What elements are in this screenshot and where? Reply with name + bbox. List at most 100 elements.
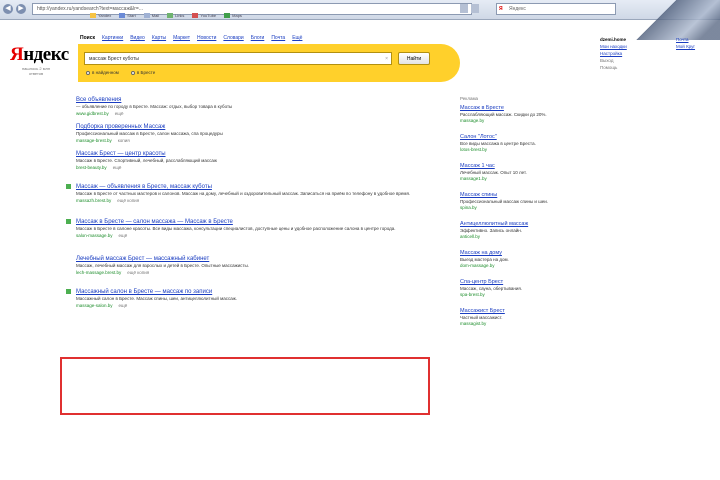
result-item: Все объявления — объявление по городу в … (64, 96, 434, 117)
ad-item: Массаж в Бресте Расслабляющий массаж. Ск… (460, 105, 610, 124)
result-item: Подборка проверенных Массаж Профессионал… (64, 123, 434, 144)
header-link[interactable]: Почта (676, 36, 716, 43)
ad-title[interactable]: Массаж 1 час (460, 163, 610, 170)
bookmark-icon (90, 13, 96, 19)
toolbar-icons (460, 4, 479, 13)
ad-url[interactable]: massagist.by (460, 321, 610, 327)
scope-option[interactable]: в Бресте (130, 70, 155, 75)
result-url: massazh.brest.by ещё копия (76, 198, 140, 203)
bookmark-item[interactable]: Mail (143, 13, 159, 19)
search-input[interactable]: массаж Брест куботы × (84, 52, 392, 65)
tab-blogs[interactable]: Блоги (251, 35, 265, 41)
ad-item: Спа-центр Брест Массаж, сауна, обертыван… (460, 279, 610, 298)
tab-maps[interactable]: Карты (152, 35, 166, 41)
result-title[interactable]: Массажный салон в Бресте — массаж по зап… (76, 288, 434, 296)
ad-title[interactable]: Массаж на дому (460, 250, 610, 257)
browser-search-box[interactable]: Яндекс (496, 3, 616, 15)
tab-video[interactable]: Видео (130, 35, 145, 41)
result-url: massage-salon.by ещё (76, 303, 128, 308)
search-scope: в найденном в Бресте (86, 70, 155, 75)
ads-column: Реклама Массаж в Бресте Расслабляющий ма… (460, 96, 610, 337)
stop-icon[interactable] (471, 4, 479, 13)
bookmark-icon (143, 13, 150, 19)
ad-item: Салон "Лотос" Все виды массажа в центре … (460, 134, 610, 153)
ad-url[interactable]: lotos-brest.by (460, 147, 610, 153)
tab-more[interactable]: Ещё (292, 35, 302, 41)
ad-url[interactable]: massage.by (460, 118, 610, 124)
result-title[interactable]: Массаж — объявления в Бресте, массаж куб… (76, 183, 434, 191)
result-item: Массаж в Бресте — салон массажа — Массаж… (64, 218, 434, 239)
bookmark-item[interactable]: Links (167, 13, 184, 19)
ad-title[interactable]: Массажист Брест (460, 308, 610, 315)
clear-icon[interactable]: × (385, 53, 388, 65)
bookmark-item[interactable]: Maps (224, 13, 242, 19)
ad-item: Массаж на дому Выезд мастера на дом. dom… (460, 250, 610, 269)
ad-title[interactable]: Спа-центр Брест (460, 279, 610, 286)
result-title[interactable]: Массаж в Бресте — салон массажа — Массаж… (76, 218, 434, 226)
tab-market[interactable]: Маркет (173, 35, 190, 41)
ad-item: Антицеллюлитный массаж Эффективно. Запис… (460, 221, 610, 240)
ad-title[interactable]: Массаж спины (460, 192, 610, 199)
tab-search[interactable]: Поиск (80, 35, 95, 41)
ad-url[interactable]: spina.by (460, 205, 610, 211)
browser-toolbar: ◀ ▶ http://yandex.ru/yandsearch?text=мас… (0, 0, 720, 40)
user-grey-link[interactable]: Помощь (600, 64, 660, 71)
tab-news[interactable]: Новости (197, 35, 216, 41)
ad-url[interactable]: spa-brest.by (460, 292, 610, 298)
scope-option[interactable]: в найденном (86, 70, 119, 75)
user-area: dzemi.home Мои находки Настройка Выход П… (600, 36, 660, 71)
user-link[interactable]: Мои находки (600, 43, 660, 50)
forward-icon[interactable]: ▶ (16, 4, 26, 14)
header-right-links: Почта Мой Круг (676, 36, 716, 50)
ad-item: Массажист Брест Частный массажист. massa… (460, 308, 610, 327)
bookmark-item[interactable]: YouTube (192, 13, 216, 19)
ad-url[interactable]: massage1.by (460, 176, 610, 182)
favicon-icon (66, 184, 71, 189)
ad-url[interactable]: anticell.by (460, 234, 610, 240)
ad-url[interactable]: dom-massage.by (460, 263, 610, 269)
radio-icon (130, 70, 135, 75)
ad-title[interactable]: Салон "Лотос" (460, 134, 610, 141)
chrome-decoration (620, 0, 720, 40)
result-url: massage-brest.by копия (76, 138, 130, 143)
ad-title[interactable]: Массаж в Бресте (460, 105, 610, 112)
ad-item: Массаж спины Профессиональный массаж спи… (460, 192, 610, 211)
bookmark-icon (192, 13, 199, 19)
favicon-icon (66, 219, 71, 224)
result-title[interactable]: Все объявления (76, 96, 434, 104)
bookmark-item[interactable]: Start (119, 13, 136, 19)
result-url: brest-beauty.by ещё (76, 165, 122, 170)
user-grey-link[interactable]: Выход (600, 57, 660, 64)
highlight-box (60, 357, 430, 415)
bookmark-icon (119, 13, 126, 19)
username[interactable]: dzemi.home (600, 37, 626, 42)
yandex-logo[interactable]: Яндекс (10, 44, 69, 66)
result-title[interactable]: Подборка проверенных Массаж (76, 123, 434, 131)
results-count: нашлось 2 млн ответов (21, 66, 51, 76)
bookmark-icon (167, 13, 174, 19)
result-url: salon-massage.by ещё (76, 233, 128, 238)
header-link[interactable]: Мой Круг (676, 43, 716, 50)
bookmarks-bar: Yandex Start Mail Links YouTube Maps (90, 13, 242, 19)
result-url: lech-massage.brest.by ещё копия (76, 270, 150, 275)
browser-nav: ◀ ▶ (3, 4, 26, 14)
ad-title[interactable]: Антицеллюлитный массаж (460, 221, 610, 228)
radio-icon (86, 70, 90, 75)
bookmark-item[interactable]: Yandex (90, 13, 111, 19)
tab-mail[interactable]: Почта (271, 35, 285, 41)
result-title[interactable]: Лечебный массаж Брест — массажный кабине… (76, 255, 434, 263)
bookmark-icon (224, 13, 231, 19)
search-button[interactable]: Найти (398, 52, 430, 65)
service-tabs: Поиск Картинки Видео Карты Маркет Новост… (80, 35, 302, 41)
result-title[interactable]: Массаж Брест — центр красоты (76, 150, 434, 158)
results-list: Все объявления — объявление по городу в … (64, 96, 434, 319)
tab-dictionaries[interactable]: Словари (223, 35, 243, 41)
user-link[interactable]: Настройка (600, 50, 660, 57)
ad-item: Массаж 1 час Лечебный массаж. Опыт 10 ле… (460, 163, 610, 182)
tab-images[interactable]: Картинки (102, 35, 123, 41)
favicon-icon (66, 289, 71, 294)
back-icon[interactable]: ◀ (3, 4, 13, 14)
result-url: www.gidbrest.by ещё (76, 111, 124, 116)
ads-header: Реклама (460, 96, 479, 101)
refresh-icon[interactable] (460, 4, 468, 13)
